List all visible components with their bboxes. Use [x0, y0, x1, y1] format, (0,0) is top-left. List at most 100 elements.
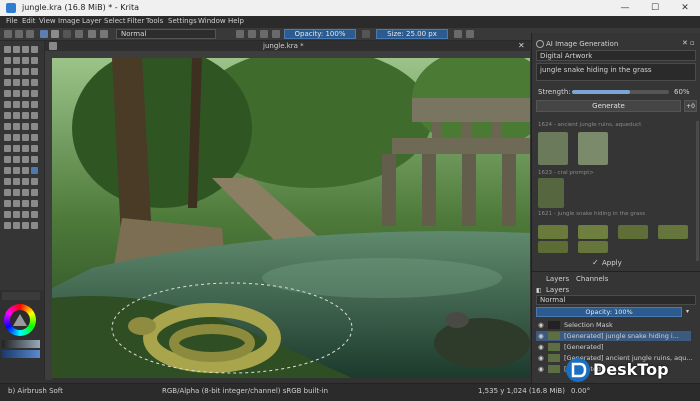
layer-visibility-icon[interactable]: ◉: [538, 342, 544, 352]
gradient-swatch-icon[interactable]: [40, 30, 48, 38]
tool-button[interactable]: [13, 189, 20, 196]
mirror-horizontal-icon[interactable]: [454, 30, 462, 38]
layer-row[interactable]: ◉ [Generated]: [536, 342, 691, 352]
tool-button[interactable]: [13, 79, 20, 86]
document-tab[interactable]: jungle.kra *: [263, 42, 304, 50]
history-thumbnail[interactable]: [578, 225, 608, 239]
tool-button[interactable]: [22, 57, 29, 64]
link-icon[interactable]: [362, 30, 370, 38]
pattern-swatch-icon[interactable]: [51, 30, 59, 38]
tool-button[interactable]: [4, 156, 11, 163]
tool-button[interactable]: [22, 79, 29, 86]
tool-button[interactable]: [31, 189, 38, 196]
tool-button[interactable]: [4, 46, 11, 53]
brush-preset-icon[interactable]: [63, 30, 71, 38]
tool-button[interactable]: [13, 90, 20, 97]
tool-button[interactable]: [4, 167, 11, 174]
tool-button[interactable]: [31, 101, 38, 108]
tool-button[interactable]: [31, 123, 38, 130]
tool-button[interactable]: [4, 112, 11, 119]
history-thumbnail[interactable]: [578, 241, 608, 253]
tool-button[interactable]: [31, 90, 38, 97]
preserve-alpha-icon[interactable]: [248, 30, 256, 38]
layer-row[interactable]: ◉ [Generated] jungle snake hiding i...: [536, 331, 691, 341]
opacity-slider[interactable]: Opacity: 100%: [284, 29, 356, 39]
current-brush[interactable]: b) Airbrush Soft: [8, 387, 63, 395]
ai-panel-close-icon[interactable]: ✕: [682, 39, 688, 47]
tool-button[interactable]: [22, 200, 29, 207]
menu-edit[interactable]: Edit: [22, 17, 36, 25]
tool-button[interactable]: [22, 101, 29, 108]
tool-button[interactable]: [22, 46, 29, 53]
tool-button[interactable]: [13, 211, 20, 218]
color-triangle[interactable]: [13, 314, 27, 326]
tool-button[interactable]: [4, 134, 11, 141]
brush-presets-icon[interactable]: [100, 30, 108, 38]
tool-button[interactable]: [22, 156, 29, 163]
layer-visibility-icon[interactable]: ◉: [538, 353, 544, 363]
eraser-mode-icon[interactable]: [236, 30, 244, 38]
tool-button[interactable]: [13, 134, 20, 141]
layer-filter-icon[interactable]: ▾: [686, 308, 689, 315]
strength-slider[interactable]: [572, 90, 669, 94]
mirror-vertical-icon[interactable]: [466, 30, 474, 38]
tool-button[interactable]: [31, 222, 38, 229]
layer-visibility-icon[interactable]: ◉: [538, 364, 544, 374]
history-thumbnail[interactable]: [538, 225, 568, 239]
reload-preset-icon[interactable]: [260, 30, 268, 38]
tool-button[interactable]: [22, 178, 29, 185]
tool-button[interactable]: [31, 167, 38, 174]
menu-image[interactable]: Image: [58, 17, 80, 25]
tool-button[interactable]: [13, 156, 20, 163]
tool-button[interactable]: [22, 134, 29, 141]
history-thumbnail[interactable]: [618, 225, 648, 239]
tool-button[interactable]: [4, 101, 11, 108]
tool-button[interactable]: [4, 222, 11, 229]
blend-mode-select[interactable]: Normal: [116, 29, 216, 39]
tab-layers[interactable]: Layers: [546, 275, 569, 283]
queue-add-button[interactable]: +0: [684, 100, 697, 112]
tool-button[interactable]: [22, 90, 29, 97]
tool-button[interactable]: [22, 68, 29, 75]
history-thumbnail[interactable]: [538, 241, 568, 253]
tool-button[interactable]: [31, 211, 38, 218]
prompt-input[interactable]: jungle snake hiding in the grass: [536, 63, 696, 81]
tool-button[interactable]: [13, 167, 20, 174]
apply-button[interactable]: Apply: [602, 259, 622, 267]
save-document-icon[interactable]: [26, 30, 34, 38]
layer-visibility-icon[interactable]: ◉: [538, 331, 544, 341]
tool-button[interactable]: [22, 189, 29, 196]
tool-button[interactable]: [4, 57, 11, 64]
tool-button[interactable]: [4, 200, 11, 207]
menu-settings[interactable]: Settings: [168, 17, 197, 25]
tool-button[interactable]: [13, 200, 20, 207]
history-thumbnail[interactable]: [538, 178, 564, 208]
history-thumbnail[interactable]: [538, 132, 568, 165]
tool-button[interactable]: [4, 189, 11, 196]
tool-button[interactable]: [4, 178, 11, 185]
tool-button[interactable]: [31, 57, 38, 64]
brush-editor-icon[interactable]: [88, 30, 96, 38]
color-history-strip[interactable]: [2, 340, 40, 348]
lock-icon[interactable]: [272, 30, 280, 38]
tool-button[interactable]: [13, 145, 20, 152]
preset-select[interactable]: Digital Artwork: [536, 50, 696, 61]
minimize-button[interactable]: —: [610, 0, 640, 16]
fill-pattern-icon[interactable]: [75, 30, 83, 38]
tool-button[interactable]: [31, 68, 38, 75]
tool-button[interactable]: [4, 68, 11, 75]
tool-button[interactable]: [4, 90, 11, 97]
tool-button[interactable]: [22, 211, 29, 218]
new-document-icon[interactable]: [4, 30, 12, 38]
layer-opacity-slider[interactable]: Opacity: 100%: [536, 307, 682, 317]
maximize-button[interactable]: ☐: [640, 0, 670, 16]
color-patches-strip[interactable]: [2, 350, 40, 358]
tool-button[interactable]: [31, 145, 38, 152]
tool-button[interactable]: [13, 112, 20, 119]
tool-button[interactable]: [13, 178, 20, 185]
tool-button[interactable]: [31, 112, 38, 119]
tool-button[interactable]: [13, 57, 20, 64]
tool-button[interactable]: [13, 68, 20, 75]
tab-channels[interactable]: Channels: [576, 275, 608, 283]
ai-panel-float-icon[interactable]: ▫: [690, 39, 695, 47]
